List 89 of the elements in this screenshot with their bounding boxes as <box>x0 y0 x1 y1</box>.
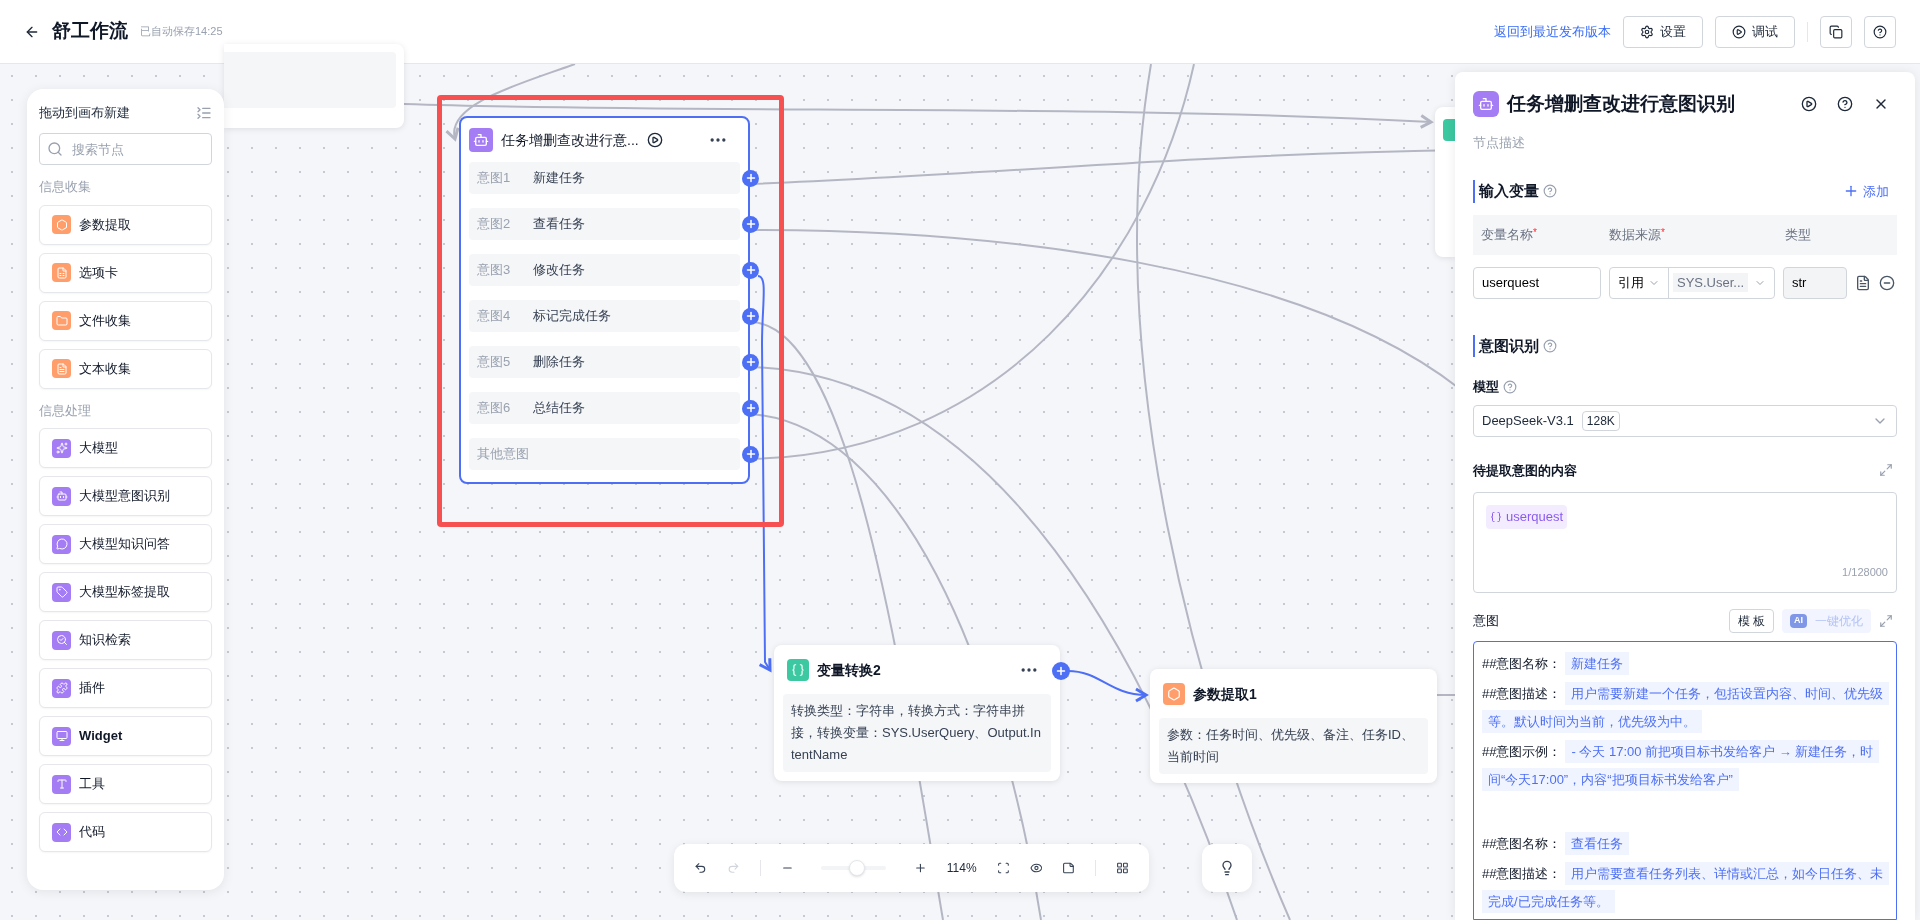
palette-item[interactable]: 参数提取 <box>39 204 212 245</box>
column-header: 类型 <box>1785 225 1811 244</box>
slider-thumb[interactable] <box>848 860 865 876</box>
field-label: 模型 <box>1473 378 1499 396</box>
search-field[interactable]: 搜索节点 <box>39 133 212 165</box>
palette-item[interactable]: 插件 <box>39 668 212 708</box>
play-icon <box>1732 24 1746 39</box>
prompt-line: ##意图名称： 查看任务 <box>1482 830 1888 858</box>
palette-item[interactable]: 代码 <box>39 812 212 852</box>
copy-icon <box>1829 24 1843 39</box>
section-title: 信息收集 <box>39 178 92 196</box>
collapse-icon[interactable] <box>196 105 212 121</box>
workflow-node[interactable]: 变量转换2 转换类型：字符串，转换方式：字符串拼接，转换变量：SYS.UserQuery、Output.IntentName <box>774 645 1060 781</box>
variable-name-field[interactable]: userquest <box>1473 266 1601 299</box>
play-icon[interactable] <box>646 132 663 148</box>
play-icon[interactable] <box>1801 96 1817 112</box>
palette-item[interactable]: 选项卡 <box>39 252 212 293</box>
palette-item[interactable]: 文件收集 <box>39 300 212 341</box>
content-field[interactable]: userquest 1/128000 <box>1473 492 1897 593</box>
required-mark: * <box>1661 225 1665 238</box>
panel-title: 任务增删查改进行意图识别 <box>1507 91 1735 116</box>
prompt-line: ##意图名称： 新建任务 <box>1482 650 1888 678</box>
help-icon <box>1873 24 1887 39</box>
add-port-icon[interactable] <box>742 169 759 187</box>
character-counter: 1/128000 <box>1842 564 1888 580</box>
palette-item[interactable]: 大模型知识问答 <box>39 524 212 564</box>
intent-prompt-field[interactable]: ##意图名称： 新建任务 ##意图描述： 用户需要新建一个任务，包括设置内容、时间、优先级等。默认时间为当前，优先级为中。 ##意图示例： - 今天 17:00 前把项目标书发给客户 → 新建任务，时间“今天17:00”，内容“把项目标书发给客户” ##意图名称： 查看任务 ##意图描述： 用户需要查看任务列表、详情或汇总，如今日任务、未完成/已完成任务等。 <box>1473 641 1897 920</box>
remove-icon[interactable] <box>1879 274 1895 291</box>
section-title: 意图识别 <box>1473 334 1539 357</box>
palette-title: 拖动到画布新建 <box>39 104 130 123</box>
column-header: 变量名称 <box>1481 225 1533 244</box>
lightbulb-icon <box>1219 860 1235 876</box>
palette-item[interactable]: 工具 <box>39 764 212 804</box>
column-header: 数据来源 <box>1609 225 1661 244</box>
add-port-icon[interactable] <box>742 445 759 463</box>
add-port-icon[interactable] <box>742 261 759 279</box>
search-icon <box>47 141 63 157</box>
header-button[interactable]: 设置 <box>1623 15 1703 48</box>
help-icon[interactable] <box>1837 96 1853 112</box>
expand-icon[interactable] <box>1879 463 1893 478</box>
ai-badge: AI <box>1790 614 1807 628</box>
description-field[interactable]: 节点描述 <box>1473 128 1897 156</box>
autosave-status: 已自动保存14:25 <box>140 24 223 40</box>
palette-item[interactable]: 知识检索 <box>39 620 212 660</box>
add-port-icon[interactable] <box>742 353 759 371</box>
fit-view-icon[interactable] <box>996 860 1010 876</box>
node-title: 任务增删查改进行意... <box>501 130 639 150</box>
add-port-icon[interactable] <box>742 215 759 233</box>
workflow-node[interactable] <box>224 44 404 128</box>
model-select[interactable]: DeepSeek-V3.1 128K <box>1473 404 1897 437</box>
field-label: 待提取意图的内容 <box>1473 461 1577 480</box>
robot-icon <box>1473 91 1499 117</box>
document-icon[interactable] <box>1855 274 1871 291</box>
expand-icon[interactable] <box>1879 614 1893 628</box>
node-title: 变量转换2 <box>817 660 881 680</box>
template-button[interactable]: 模 板 <box>1728 609 1774 633</box>
palette-item[interactable]: 大模型 <box>39 428 212 468</box>
grid-icon[interactable] <box>1116 860 1129 876</box>
robot-icon <box>469 128 493 152</box>
add-port-icon[interactable] <box>742 399 759 417</box>
header-button[interactable]: 调试 <box>1715 15 1795 48</box>
node-summary: 转换类型：字符串，转换方式：字符串拼接，转换变量：SYS.UserQuery、Output.IntentName <box>783 694 1051 772</box>
undo-icon[interactable] <box>694 860 707 876</box>
palette-item[interactable]: 大模型意图识别 <box>39 476 212 516</box>
variable-tag: userquest <box>1486 505 1568 529</box>
palette-item[interactable]: 文本收集 <box>39 348 212 389</box>
gear-icon <box>1640 24 1654 39</box>
help-button[interactable] <box>1864 15 1896 48</box>
add-port-icon[interactable] <box>1052 662 1070 680</box>
palette-item[interactable]: 大模型标签提取 <box>39 572 212 612</box>
palette-item[interactable]: Widget <box>39 716 212 756</box>
required-mark: * <box>1533 225 1537 238</box>
source-mode-select[interactable]: 引用 <box>1610 267 1669 298</box>
section-title: 信息处理 <box>39 401 92 420</box>
add-button[interactable]: 添加 <box>1843 181 1889 201</box>
type-field[interactable]: str <box>1783 266 1847 299</box>
node-title: 参数提取1 <box>1193 684 1257 704</box>
workflow-node[interactable] <box>1435 107 1455 257</box>
section-title: 输入变量 <box>1473 180 1539 203</box>
workflow-title: 舒工作流 <box>52 19 128 44</box>
note-icon[interactable] <box>1062 860 1076 876</box>
workflow-node[interactable]: 参数提取1 参数：任务时间、优先级、备注、任务ID、当前时间 <box>1150 669 1437 783</box>
variable-icon <box>1490 510 1502 523</box>
add-port-icon[interactable] <box>742 307 759 325</box>
node-summary: 参数：任务时间、优先级、备注、任务ID、当前时间 <box>1159 718 1428 774</box>
field-label: 意图 <box>1473 612 1499 631</box>
revert-link[interactable]: 返回到最近发布版本 <box>1494 21 1611 42</box>
zoom-reading: 114% <box>946 860 977 877</box>
copy-button[interactable] <box>1820 15 1852 48</box>
